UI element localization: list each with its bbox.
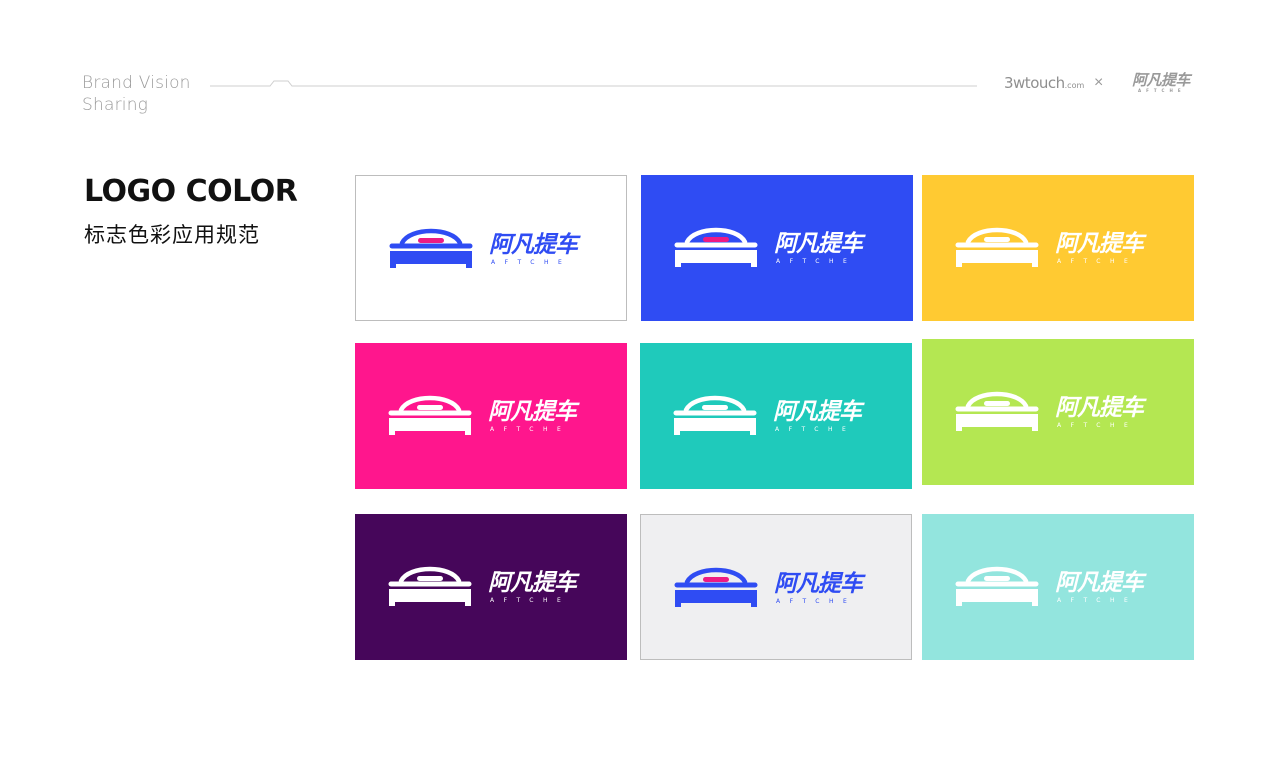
section-title: LOGO COLOR: [84, 174, 298, 209]
tagline-line-2: Sharing: [82, 95, 149, 115]
color-card: 阿凡提车 AFTCHE: [640, 514, 912, 660]
car-icon: [388, 566, 472, 606]
logo-wordmark-cn: 阿凡提车: [488, 399, 577, 425]
tagline-line-1: Brand Vision: [82, 73, 191, 93]
logo-wordmark-en: AFTCHE: [776, 598, 857, 605]
logo-wordmark-en: AFTCHE: [1057, 597, 1138, 604]
logo-wordmark-en: AFTCHE: [491, 259, 572, 266]
logo-wordmark-en: AFTCHE: [490, 597, 571, 604]
logo-wordmark-en: AFTCHE: [776, 258, 857, 265]
car-icon: [388, 395, 472, 435]
brand-logo: 阿凡提车 AFTCHE: [672, 391, 892, 441]
logo-wordmark-cn: 阿凡提车: [774, 231, 863, 257]
header-brand-en: AFTCHE: [1138, 88, 1186, 93]
car-icon: [674, 567, 758, 607]
brand-logo: 阿凡提车 AFTCHE: [954, 562, 1174, 612]
color-card: 阿凡提车 AFTCHE: [922, 339, 1194, 485]
car-icon: [389, 228, 473, 268]
color-card: 阿凡提车 AFTCHE: [922, 175, 1194, 321]
times-sign: ×: [1094, 74, 1104, 91]
logo-wordmark-en: AFTCHE: [490, 426, 571, 433]
logo-wordmark-cn: 阿凡提车: [773, 399, 862, 425]
partner-suffix: .com: [1064, 81, 1085, 90]
car-icon: [955, 391, 1039, 431]
color-card: 阿凡提车 AFTCHE: [355, 343, 627, 489]
logo-wordmark-cn: 阿凡提车: [488, 570, 577, 596]
color-card: 阿凡提车 AFTCHE: [641, 175, 913, 321]
car-icon: [673, 395, 757, 435]
header-brand-logo: 阿凡提车 AFTCHE: [1132, 71, 1191, 93]
logo-wordmark-en: AFTCHE: [1057, 258, 1138, 265]
partner-logo: 3wtouch.com: [1004, 74, 1084, 92]
logo-wordmark-cn: 阿凡提车: [1055, 570, 1144, 596]
logo-wordmark-en: AFTCHE: [775, 426, 856, 433]
partner-name: 3wtouch: [1004, 74, 1065, 92]
logo-wordmark-en: AFTCHE: [1057, 422, 1138, 429]
color-card: 阿凡提车 AFTCHE: [640, 343, 912, 489]
header-brand-cn: 阿凡提车: [1132, 71, 1191, 89]
brand-logo: 阿凡提车 AFTCHE: [673, 563, 893, 613]
brand-vision-tagline: Brand Vision Sharing: [82, 72, 191, 116]
brand-logo: 阿凡提车 AFTCHE: [673, 223, 893, 273]
brand-logo: 阿凡提车 AFTCHE: [954, 387, 1174, 437]
brand-logo: 阿凡提车 AFTCHE: [388, 224, 608, 274]
logo-wordmark-cn: 阿凡提车: [774, 571, 863, 597]
brand-logo: 阿凡提车 AFTCHE: [387, 391, 607, 441]
logo-wordmark-cn: 阿凡提车: [1055, 395, 1144, 421]
logo-wordmark-cn: 阿凡提车: [489, 232, 578, 258]
car-icon: [955, 227, 1039, 267]
section-subtitle: 标志色彩应用规范: [84, 224, 260, 247]
logo-wordmark-cn: 阿凡提车: [1055, 231, 1144, 257]
car-icon: [955, 566, 1039, 606]
brand-logo: 阿凡提车 AFTCHE: [954, 223, 1174, 273]
header-divider: [210, 80, 977, 87]
color-card: 阿凡提车 AFTCHE: [922, 514, 1194, 660]
car-icon: [674, 227, 758, 267]
brand-logo: 阿凡提车 AFTCHE: [387, 562, 607, 612]
color-card: 阿凡提车 AFTCHE: [355, 175, 627, 321]
color-card: 阿凡提车 AFTCHE: [355, 514, 627, 660]
